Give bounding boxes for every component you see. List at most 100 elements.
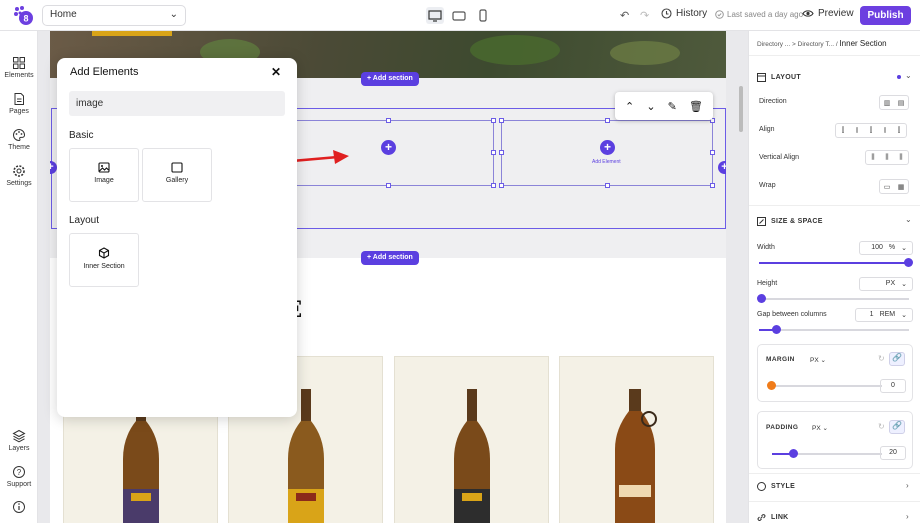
- sidebar-item-label: Pages: [9, 108, 29, 115]
- gap-slider-track[interactable]: [759, 329, 909, 331]
- sidebar-item-theme[interactable]: Theme: [0, 128, 38, 151]
- align-start-icon[interactable]: ⫿: [836, 124, 850, 137]
- preview-button[interactable]: Preview: [802, 8, 854, 19]
- sidebar-item-settings[interactable]: Settings: [0, 164, 38, 187]
- resize-handle[interactable]: [386, 118, 391, 123]
- app-logo[interactable]: 8: [12, 5, 34, 27]
- add-section-button[interactable]: + Add section: [361, 72, 419, 86]
- gap-slider-knob[interactable]: [772, 325, 781, 334]
- resize-handle[interactable]: [499, 150, 504, 155]
- breadcrumb-item[interactable]: Directory ...: [757, 41, 790, 48]
- add-element-plus-icon[interactable]: +: [600, 140, 615, 155]
- tile-label: Inner Section: [83, 263, 125, 270]
- padding-slider-knob[interactable]: [789, 449, 798, 458]
- resize-handle[interactable]: [710, 150, 715, 155]
- link-values-icon[interactable]: 🔗: [889, 420, 905, 434]
- info-button[interactable]: [0, 500, 38, 516]
- resize-handle[interactable]: [605, 183, 610, 188]
- svg-text:8: 8: [23, 14, 28, 24]
- page-icon: [14, 93, 24, 105]
- width-input[interactable]: 100 % ⌄: [859, 241, 913, 255]
- product-card[interactable]: [559, 356, 714, 523]
- link-section-header[interactable]: LINK: [757, 513, 789, 522]
- padding-input[interactable]: 20: [880, 446, 906, 460]
- margin-unit: PX: [810, 357, 819, 364]
- inner-section-element-tile[interactable]: Inner Section: [69, 233, 139, 287]
- valign-bottom-icon[interactable]: ⫼: [894, 151, 908, 164]
- add-element-plus-icon[interactable]: +: [381, 140, 396, 155]
- tablet-view-button[interactable]: [450, 7, 468, 24]
- height-slider-knob[interactable]: [757, 294, 766, 303]
- move-down-icon[interactable]: ⌄: [646, 100, 655, 113]
- resize-handle[interactable]: [710, 183, 715, 188]
- add-element-label[interactable]: Add Element: [592, 159, 621, 165]
- element-search-input[interactable]: [69, 91, 285, 116]
- undo-icon[interactable]: ↶: [620, 9, 629, 22]
- margin-slider-track[interactable]: [772, 385, 882, 387]
- move-up-icon[interactable]: ⌃: [625, 100, 634, 113]
- height-input[interactable]: PX ⌄: [859, 277, 913, 291]
- add-section-button[interactable]: + Add section: [361, 251, 419, 265]
- add-column-right-plus-icon[interactable]: +: [718, 161, 726, 174]
- resize-handle[interactable]: [499, 183, 504, 188]
- resize-handle[interactable]: [605, 118, 610, 123]
- gap-unit[interactable]: REM: [880, 311, 896, 319]
- gallery-element-tile[interactable]: Gallery: [142, 148, 212, 202]
- margin-input[interactable]: 0: [880, 379, 906, 393]
- gap-input[interactable]: 1 REM ⌄: [855, 308, 913, 322]
- height-unit[interactable]: PX: [886, 280, 895, 288]
- mobile-view-button[interactable]: [474, 7, 492, 24]
- reset-icon[interactable]: ↻: [878, 422, 885, 431]
- align-around-icon[interactable]: ⫿: [892, 124, 906, 137]
- resize-handle[interactable]: [491, 118, 496, 123]
- chevron-down-icon[interactable]: ⌄: [905, 215, 912, 224]
- sidebar-item-pages[interactable]: Pages: [0, 92, 38, 115]
- padding-unit-select[interactable]: PX ⌄: [812, 424, 828, 432]
- align-center-icon[interactable]: ⫾: [850, 124, 864, 137]
- align-between-icon[interactable]: ⫾: [878, 124, 892, 137]
- width-slider-track[interactable]: [759, 262, 909, 264]
- row-direction-icon[interactable]: ▥: [880, 96, 894, 109]
- image-element-tile[interactable]: Image: [69, 148, 139, 202]
- magic-wand-icon[interactable]: ✎: [668, 100, 677, 113]
- margin-unit-select[interactable]: PX ⌄: [810, 356, 826, 364]
- breadcrumb-item[interactable]: Directory T...: [798, 41, 834, 48]
- resize-handle[interactable]: [491, 150, 496, 155]
- chevron-right-icon[interactable]: ›: [906, 512, 909, 521]
- chevron-right-icon[interactable]: ›: [906, 481, 909, 490]
- sidebar-item-layers[interactable]: Layers: [0, 429, 38, 452]
- reset-icon[interactable]: ↻: [878, 354, 885, 363]
- resize-handle[interactable]: [386, 183, 391, 188]
- sidebar-item-support[interactable]: ? Support: [0, 465, 38, 488]
- sidebar-item-elements[interactable]: Elements: [0, 56, 38, 79]
- desktop-view-button[interactable]: [426, 7, 444, 24]
- size-space-section-header[interactable]: SIZE & SPACE: [757, 217, 823, 226]
- redo-icon[interactable]: ↷: [640, 9, 649, 22]
- wrap-label: Wrap: [759, 182, 776, 189]
- style-section-header[interactable]: STYLE: [757, 482, 795, 491]
- chevron-down-icon[interactable]: ⌄: [905, 71, 912, 80]
- canvas-scrollbar[interactable]: [739, 86, 743, 132]
- product-card[interactable]: [394, 356, 549, 523]
- divider: [749, 473, 920, 474]
- width-slider-knob[interactable]: [904, 258, 913, 267]
- valign-middle-icon[interactable]: ⫼: [880, 151, 894, 164]
- close-icon[interactable]: ✕: [271, 65, 281, 79]
- no-wrap-icon[interactable]: ▭: [880, 180, 894, 193]
- page-select[interactable]: Home ⌄: [42, 5, 186, 26]
- history-button[interactable]: History: [661, 8, 707, 19]
- margin-slider-knob[interactable]: [767, 381, 776, 390]
- link-values-icon[interactable]: 🔗: [889, 352, 905, 366]
- publish-button[interactable]: Publish: [860, 6, 911, 25]
- wrap-icon[interactable]: ▦: [894, 180, 908, 193]
- layout-section-header[interactable]: LAYOUT: [757, 73, 801, 82]
- resize-handle[interactable]: [491, 183, 496, 188]
- height-slider-track[interactable]: [759, 298, 909, 300]
- padding-box: PADDING PX ⌄ ↻ 🔗 20: [757, 411, 913, 469]
- column-direction-icon[interactable]: ▤: [894, 96, 908, 109]
- align-end-icon[interactable]: ⫿: [864, 124, 878, 137]
- trash-icon[interactable]: 🗑: [689, 100, 703, 113]
- width-unit[interactable]: %: [889, 244, 895, 252]
- valign-top-icon[interactable]: ⫼: [866, 151, 880, 164]
- resize-handle[interactable]: [499, 118, 504, 123]
